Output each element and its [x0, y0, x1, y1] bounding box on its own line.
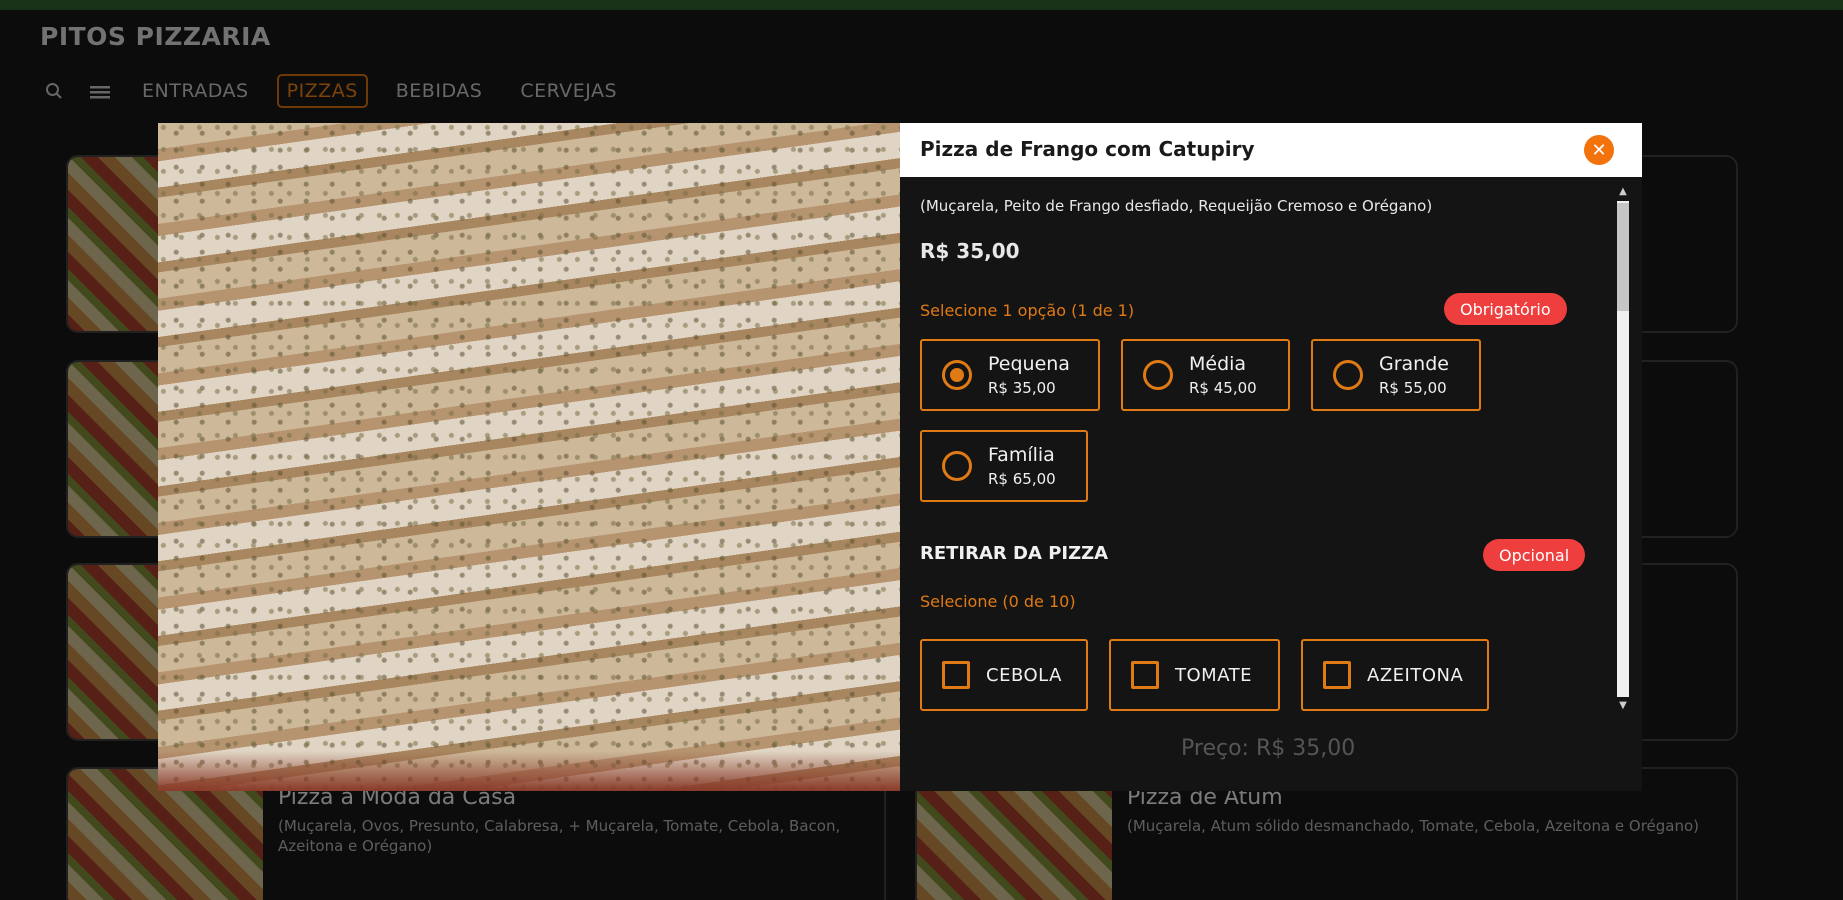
- remove-section-hint: Selecione (0 de 10): [920, 592, 1076, 611]
- remove-option-azeitona[interactable]: AZEITONA: [1301, 639, 1489, 711]
- close-icon[interactable]: ✕: [1584, 135, 1614, 165]
- remove-option-tomate[interactable]: TOMATE: [1109, 639, 1280, 711]
- option-price: R$ 55,00: [1379, 379, 1447, 397]
- option-name: Grande: [1379, 353, 1449, 375]
- size-option-grande[interactable]: Grande R$ 55,00: [1311, 339, 1481, 411]
- remove-option-cebola[interactable]: CEBOLA: [920, 639, 1088, 711]
- product-description: (Muçarela, Peito de Frango desfiado, Req…: [920, 197, 1433, 215]
- radio-selected-icon[interactable]: [942, 360, 972, 390]
- scroll-track[interactable]: [1617, 201, 1629, 697]
- modal-title: Pizza de Frango com Catupiry: [920, 137, 1255, 161]
- size-section-hint: Selecione 1 opção (1 de 1): [920, 301, 1135, 320]
- required-badge: Obrigatório: [1444, 293, 1567, 325]
- option-price: R$ 65,00: [988, 470, 1056, 488]
- modal-content[interactable]: (Muçarela, Peito de Frango desfiado, Req…: [900, 177, 1642, 711]
- checkbox-icon[interactable]: [942, 661, 970, 689]
- remove-section-title: RETIRAR DA PIZZA: [920, 543, 1109, 564]
- scroll-up-icon[interactable]: ▲: [1616, 185, 1630, 199]
- option-name: Média: [1189, 353, 1247, 375]
- radio-icon[interactable]: [1143, 360, 1173, 390]
- radio-icon[interactable]: [942, 451, 972, 481]
- optional-badge: Opcional: [1483, 539, 1586, 571]
- radio-icon[interactable]: [1333, 360, 1363, 390]
- size-option-familia[interactable]: Família R$ 65,00: [920, 430, 1088, 502]
- checkbox-icon[interactable]: [1323, 661, 1351, 689]
- option-label: AZEITONA: [1367, 664, 1464, 686]
- size-option-media[interactable]: Média R$ 45,00: [1121, 339, 1290, 411]
- option-name: Pequena: [988, 353, 1070, 375]
- scroll-thumb[interactable]: [1617, 203, 1629, 311]
- product-modal: Pizza de Frango com Catupiry ✕ (Muçarela…: [900, 123, 1642, 791]
- option-label: CEBOLA: [986, 664, 1062, 686]
- option-price: R$ 35,00: [988, 379, 1056, 397]
- pizza-photo: [158, 123, 901, 791]
- size-option-pequena[interactable]: Pequena R$ 35,00: [920, 339, 1100, 411]
- scroll-down-icon[interactable]: ▼: [1616, 699, 1630, 713]
- option-label: TOMATE: [1175, 664, 1252, 686]
- option-name: Família: [988, 444, 1055, 466]
- product-price: R$ 35,00: [920, 239, 1020, 263]
- option-price: R$ 45,00: [1189, 379, 1257, 397]
- footer-price: Preço: R$ 35,00: [1181, 736, 1356, 761]
- scrollbar[interactable]: ▲ ▼: [1616, 185, 1630, 713]
- modal-header: Pizza de Frango com Catupiry ✕: [900, 123, 1642, 177]
- checkbox-icon[interactable]: [1131, 661, 1159, 689]
